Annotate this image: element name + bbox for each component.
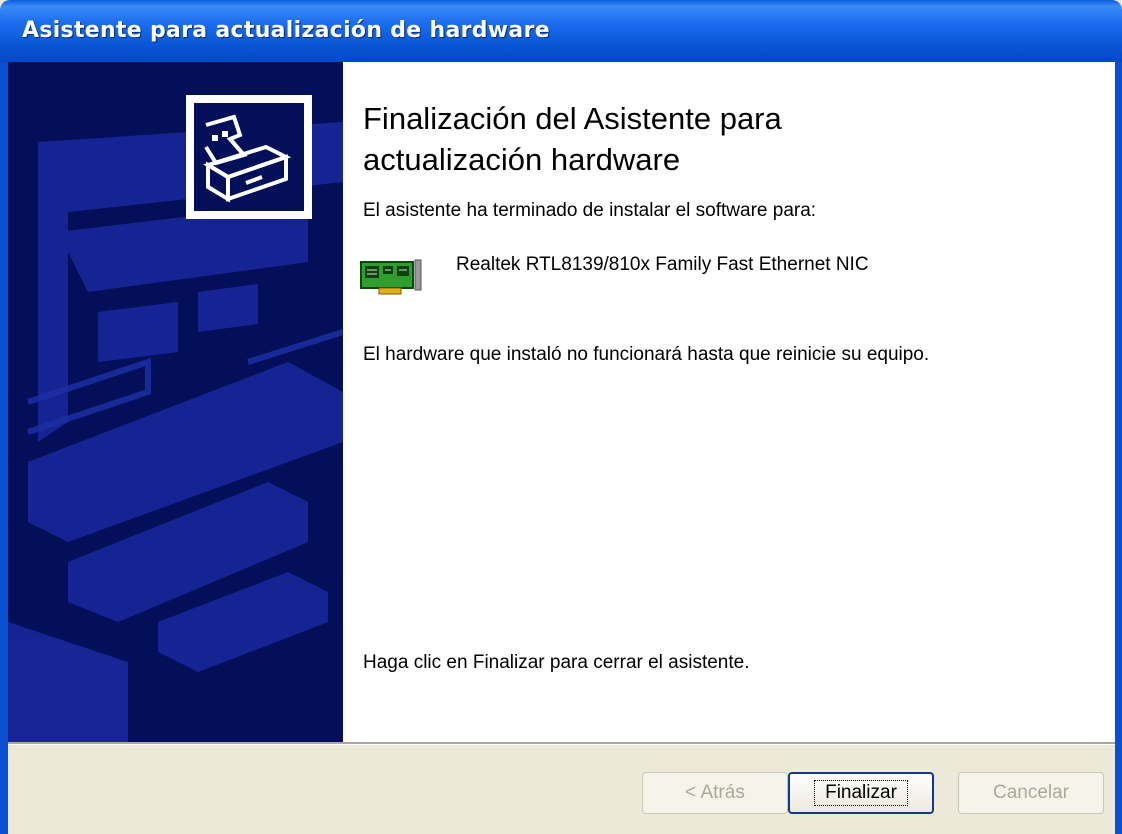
intro-text: El asistente ha terminado de instalar el…	[363, 200, 817, 221]
title-bar[interactable]: Asistente para actualización de hardware	[0, 0, 1122, 62]
finish-button-label: Finalizar	[814, 780, 908, 806]
finish-instruction: Haga clic en Finalizar para cerrar el as…	[363, 652, 750, 673]
cancel-button[interactable]: Cancelar	[958, 772, 1104, 814]
window-title: Asistente para actualización de hardware	[22, 18, 550, 43]
back-button-label: < Atrás	[685, 782, 745, 803]
cancel-button-label: Cancelar	[992, 782, 1070, 803]
wizard-sidebar	[8, 62, 343, 742]
back-button[interactable]: < Atrás	[642, 772, 788, 814]
hardware-box-icon	[186, 95, 312, 219]
device-name: Realtek RTL8139/810x Family Fast Etherne…	[456, 254, 869, 275]
network-card-icon	[359, 258, 423, 298]
button-bar	[8, 745, 1115, 834]
wizard-window: Asistente para actualización de hardware	[0, 0, 1122, 834]
restart-note: El hardware que instaló no funcionará ha…	[363, 344, 930, 365]
finish-button[interactable]: Finalizar	[788, 772, 934, 814]
wizard-content: Finalización del Asistente para actualiz…	[343, 62, 1115, 742]
window-frame-right	[1115, 62, 1122, 834]
page-title: Finalización del Asistente para actualiz…	[363, 101, 782, 177]
window-frame-left	[0, 62, 8, 834]
